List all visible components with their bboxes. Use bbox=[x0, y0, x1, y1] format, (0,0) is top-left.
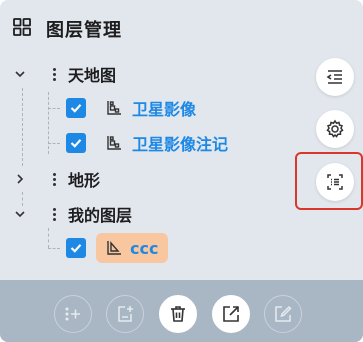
delete-button[interactable] bbox=[159, 295, 197, 333]
tree-guide-line bbox=[48, 108, 60, 109]
tree-guide-line bbox=[48, 92, 49, 154]
tree-group-label: 天地图 bbox=[68, 66, 117, 85]
chevron-right-icon[interactable] bbox=[12, 171, 28, 187]
chevron-down-icon[interactable] bbox=[12, 206, 28, 222]
vector-layer-icon bbox=[107, 241, 121, 255]
raster-layer-icon bbox=[107, 136, 121, 150]
gear-icon bbox=[326, 119, 344, 138]
selected-layer-chip[interactable]: ccc bbox=[96, 233, 169, 263]
chevron-down-icon[interactable] bbox=[12, 66, 28, 82]
layer-label: ccc bbox=[130, 238, 159, 258]
edit-icon bbox=[275, 305, 292, 322]
drag-handle-icon[interactable] bbox=[50, 171, 58, 187]
export-icon bbox=[223, 306, 239, 322]
tree-group-label: 我的图层 bbox=[68, 206, 133, 225]
add-layer-button[interactable] bbox=[54, 295, 92, 333]
trash-icon bbox=[171, 306, 185, 322]
tree-layer-ccc[interactable]: ccc bbox=[66, 231, 169, 265]
settings-button[interactable] bbox=[316, 110, 354, 148]
collapse-all-button[interactable] bbox=[316, 58, 354, 96]
tree-group-my-layers[interactable]: 我的图层 bbox=[12, 197, 132, 231]
drag-handle-icon[interactable] bbox=[50, 66, 58, 82]
edit-button[interactable] bbox=[264, 295, 302, 333]
tree-layer-satellite-annotation[interactable]: 卫星影像注记 bbox=[66, 126, 228, 160]
tree-group-label: 地形 bbox=[68, 171, 101, 190]
tree-guide-line bbox=[48, 143, 60, 144]
highlight-box bbox=[295, 152, 363, 210]
export-button[interactable] bbox=[212, 295, 250, 333]
layer-manager-panel: 图层管理 天地图 卫星影像 卫星影像注记 地形 我的图层 ccc bbox=[0, 0, 363, 342]
tree-group-tianditu[interactable]: 天地图 bbox=[12, 57, 116, 91]
add-group-icon bbox=[118, 306, 133, 322]
drag-handle-icon[interactable] bbox=[50, 206, 58, 222]
layer-checkbox[interactable] bbox=[66, 98, 86, 118]
raster-layer-icon bbox=[107, 101, 121, 115]
tree-layer-satellite[interactable]: 卫星影像 bbox=[66, 91, 196, 125]
collapse-list-icon bbox=[326, 70, 342, 84]
grid-icon bbox=[12, 17, 32, 41]
tree-guide-line bbox=[22, 88, 23, 166]
tree-guide-line bbox=[48, 228, 49, 248]
tree-guide-line bbox=[48, 248, 60, 249]
layer-label: 卫星影像注记 bbox=[132, 135, 229, 154]
add-layer-icon bbox=[65, 307, 80, 321]
layer-checkbox[interactable] bbox=[66, 133, 86, 153]
add-group-button[interactable] bbox=[106, 295, 144, 333]
layer-label: 卫星影像 bbox=[132, 100, 197, 119]
panel-header: 图层管理 bbox=[12, 14, 122, 44]
tree-group-terrain[interactable]: 地形 bbox=[12, 162, 100, 196]
layer-checkbox[interactable] bbox=[66, 238, 86, 258]
panel-title: 图层管理 bbox=[46, 20, 122, 41]
